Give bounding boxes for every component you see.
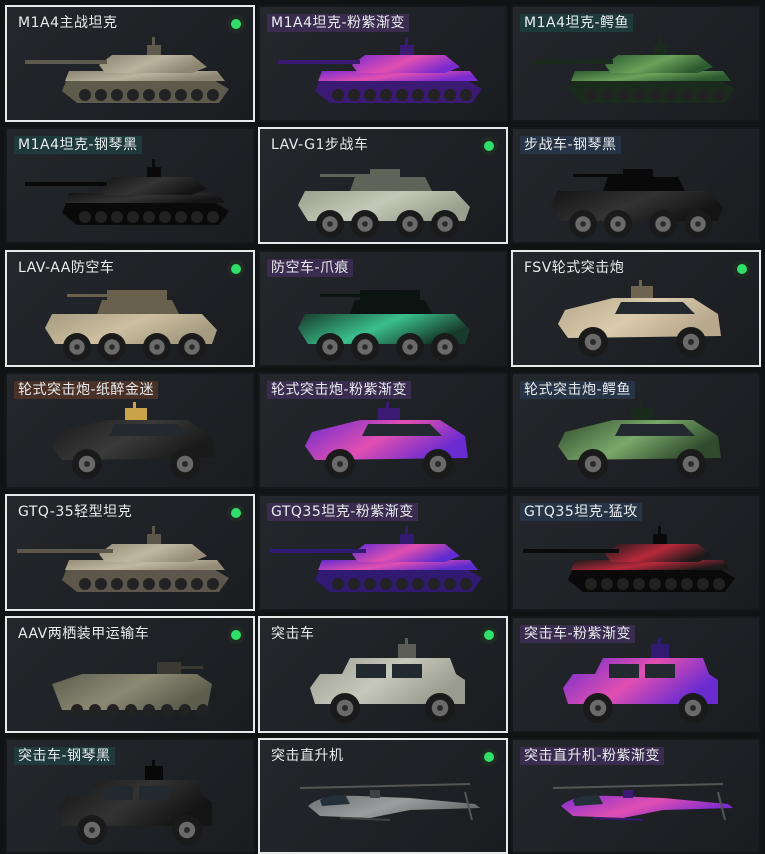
tank-vehicle-image — [25, 159, 229, 225]
owned-indicator-icon — [733, 260, 751, 278]
tank-vehicle-image — [531, 37, 735, 103]
vehicle-card[interactable]: M1A4坦克-钢琴黑 — [5, 127, 255, 244]
truck-vehicle-image — [563, 638, 718, 723]
light-vehicle-image — [17, 526, 229, 592]
truck-vehicle-image — [57, 760, 212, 845]
vehicle-card[interactable]: 防空车-爪痕 — [258, 250, 508, 367]
heli-vehicle-image — [552, 783, 733, 821]
vehicle-name: AAV两栖装甲运输车 — [18, 626, 150, 642]
vehicle-card[interactable]: FSV轮式突击炮 — [511, 250, 761, 367]
vehicle-name: LAV-G1步战车 — [271, 137, 369, 153]
aa-vehicle-image — [45, 290, 217, 361]
vehicle-name: 突击直升机 — [271, 748, 344, 764]
vehicle-name: LAV-AA防空车 — [18, 260, 115, 276]
light-vehicle-image — [270, 526, 482, 592]
owned-indicator-icon — [227, 626, 245, 644]
aav-vehicle-image — [52, 662, 212, 716]
vehicle-name: 轮式突击炮-纸醉金迷 — [14, 381, 159, 399]
vehicle-card[interactable]: AAV两栖装甲运输车 — [5, 616, 255, 733]
vehicle-name: 突击车-钢琴黑 — [14, 747, 115, 765]
tank-vehicle-image — [278, 37, 482, 103]
vehicle-card[interactable]: 轮式突击炮-粉紫渐变 — [258, 372, 508, 489]
vehicle-name: 轮式突击炮-粉紫渐变 — [267, 381, 412, 399]
owned-indicator-icon — [227, 504, 245, 522]
apc-vehicle-image — [551, 169, 723, 238]
vehicle-skin-grid: M1A4主战坦克 M1A4坦克-粉紫渐变 M1A4坦克-鳄鱼 M1A4坦克-钢琴黑 LA… — [0, 0, 765, 854]
owned-indicator-icon — [480, 626, 498, 644]
vehicle-name: 轮式突击炮-鳄鱼 — [520, 381, 636, 399]
tank-vehicle-image — [25, 37, 229, 103]
vehicle-card[interactable]: 轮式突击炮-纸醉金迷 — [5, 372, 255, 489]
vehicle-card[interactable]: GTQ35坦克-粉紫渐变 — [258, 494, 508, 611]
vehicle-card[interactable]: 突击车 — [258, 616, 508, 733]
vehicle-name: 步战车-钢琴黑 — [520, 136, 621, 154]
suv-vehicle-image — [558, 280, 721, 357]
vehicle-card[interactable]: LAV-AA防空车 — [5, 250, 255, 367]
vehicle-card[interactable]: 轮式突击炮-鳄鱼 — [511, 372, 761, 489]
vehicle-card[interactable]: 突击车-粉紫渐变 — [511, 616, 761, 733]
vehicle-card[interactable]: 突击直升机-粉紫渐变 — [511, 738, 761, 854]
vehicle-name: 突击直升机-粉紫渐变 — [520, 747, 665, 765]
vehicle-name: M1A4坦克-鳄鱼 — [520, 14, 634, 32]
aa-vehicle-image — [298, 290, 470, 361]
vehicle-name: 突击车-粉紫渐变 — [520, 625, 636, 643]
vehicle-card[interactable]: 突击车-钢琴黑 — [5, 738, 255, 854]
vehicle-card[interactable]: GTQ35坦克-猛攻 — [511, 494, 761, 611]
owned-indicator-icon — [227, 15, 245, 33]
vehicle-card[interactable]: GTQ-35轻型坦克 — [5, 494, 255, 611]
vehicle-name: M1A4主战坦克 — [18, 15, 118, 31]
vehicle-name: GTQ35坦克-猛攻 — [520, 503, 642, 521]
light-vehicle-image — [523, 526, 735, 592]
vehicle-name: M1A4坦克-钢琴黑 — [14, 136, 142, 154]
apc-vehicle-image — [298, 169, 470, 238]
owned-indicator-icon — [480, 137, 498, 155]
truck-vehicle-image — [310, 638, 465, 723]
suv-vehicle-image — [52, 402, 215, 479]
heli-vehicle-image — [299, 783, 480, 821]
vehicle-name: M1A4坦克-粉紫渐变 — [267, 14, 410, 32]
vehicle-card[interactable]: 步战车-钢琴黑 — [511, 127, 761, 244]
owned-indicator-icon — [480, 748, 498, 766]
vehicle-card[interactable]: M1A4坦克-鳄鱼 — [511, 5, 761, 122]
suv-vehicle-image — [305, 402, 468, 479]
vehicle-card[interactable]: 突击直升机 — [258, 738, 508, 854]
owned-indicator-icon — [227, 260, 245, 278]
suv-vehicle-image — [558, 402, 721, 479]
vehicle-name: 突击车 — [271, 626, 315, 642]
vehicle-card[interactable]: M1A4坦克-粉紫渐变 — [258, 5, 508, 122]
vehicle-card[interactable]: M1A4主战坦克 — [5, 5, 255, 122]
vehicle-name: GTQ35坦克-粉紫渐变 — [267, 503, 418, 521]
vehicle-name: GTQ-35轻型坦克 — [18, 504, 133, 520]
vehicle-name: FSV轮式突击炮 — [524, 260, 625, 276]
vehicle-card[interactable]: LAV-G1步战车 — [258, 127, 508, 244]
vehicle-name: 防空车-爪痕 — [267, 259, 354, 277]
